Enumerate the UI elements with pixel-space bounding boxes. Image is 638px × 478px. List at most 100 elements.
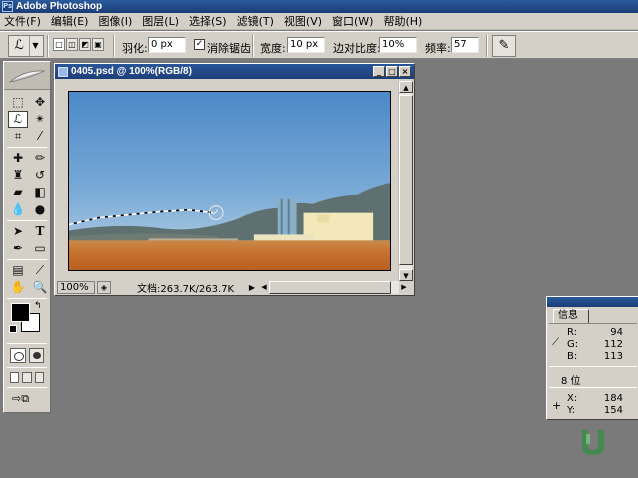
crop-tool-icon[interactable]: ⌗ <box>8 128 28 145</box>
menu-window[interactable]: 窗口(W) <box>328 13 379 29</box>
width-label: 宽度: <box>260 42 286 55</box>
tab-info[interactable]: 信息 <box>553 309 589 323</box>
new-selection-icon[interactable]: □ <box>53 38 65 51</box>
history-brush-tool-icon[interactable]: ↺ <box>30 167 50 184</box>
clone-stamp-tool-icon[interactable]: ♜ <box>8 167 28 184</box>
menu-filter[interactable]: 滤镜(T) <box>233 13 280 29</box>
intersect-selection-icon[interactable]: ▣ <box>92 38 104 51</box>
quick-mask-mode-icon[interactable] <box>28 348 44 363</box>
frequency-input[interactable]: 57 <box>451 37 479 53</box>
stylus-pen-icon: ✎ <box>498 38 510 53</box>
tool-grid: ⬚ ✥ ℒ ✴ ⌗ ⁄ <box>4 90 50 145</box>
default-colors-icon[interactable] <box>9 325 17 333</box>
eraser-tool-icon[interactable]: ▰ <box>8 184 28 201</box>
standard-screen-mode-icon[interactable] <box>10 372 20 383</box>
menu-file[interactable]: 文件(F) <box>0 13 47 29</box>
scroll-right-icon[interactable]: ▶ <box>399 280 409 294</box>
slice-tool-icon[interactable]: ⁄ <box>30 128 50 145</box>
full-screen-mode-icon[interactable] <box>34 372 44 383</box>
zoom-tool-icon[interactable]: 🔍 <box>30 279 50 296</box>
width-input[interactable]: 10 px <box>287 37 325 53</box>
zoom-preview-icon[interactable]: ◈ <box>97 280 111 294</box>
document-window: 0405.psd @ 100%(RGB/8) _ □ × ▲ ▼ 100% ◈ … <box>54 63 415 296</box>
toolbox-divider <box>7 298 47 299</box>
eyedropper-tool-icon[interactable]: ⟋ <box>30 262 50 279</box>
toolbox-divider <box>7 387 47 388</box>
menu-layer[interactable]: 图层(L) <box>138 13 185 29</box>
tool-preset-picker[interactable]: ℒ ▼ <box>8 35 44 57</box>
menu-view[interactable]: 视图(V) <box>280 13 328 29</box>
add-selection-icon[interactable]: ◫ <box>66 38 78 51</box>
magic-wand-tool-icon[interactable]: ✴ <box>30 111 50 128</box>
marquee-tool-icon[interactable]: ⬚ <box>8 94 28 111</box>
feather-input[interactable]: 0 px <box>148 37 186 53</box>
maximize-icon[interactable]: □ <box>386 66 398 77</box>
foreground-color-swatch[interactable] <box>11 303 30 322</box>
x-label: X: <box>567 393 578 404</box>
magnetic-lasso-icon: ℒ <box>14 38 24 53</box>
dodge-tool-icon[interactable]: ● <box>30 201 50 218</box>
separator <box>47 35 49 57</box>
chevron-down-icon[interactable]: ▼ <box>29 36 41 56</box>
blur-tool-icon[interactable]: 💧 <box>8 201 28 218</box>
tool-grid: ✚ ✏ ♜ ↺ ▰ ◧ 💧 ● <box>4 150 50 218</box>
window-controls: _ □ × <box>373 66 411 77</box>
b-value: 113 <box>603 351 623 362</box>
info-divider <box>549 366 637 367</box>
toolbox-divider <box>7 259 47 260</box>
tall-building <box>277 198 297 237</box>
pen-tool-icon[interactable]: ✒ <box>8 240 28 257</box>
toolbox-header[interactable] <box>4 62 50 90</box>
app-title-bar: Ps Adobe Photoshop <box>0 0 638 13</box>
image-canvas[interactable] <box>68 91 391 271</box>
vertical-scrollbar[interactable]: ▲ ▼ <box>398 81 413 281</box>
scroll-left-icon[interactable]: ◀ <box>259 280 269 294</box>
horizontal-scrollbar[interactable]: ◀ ▶ <box>259 280 409 294</box>
info-palette: 信息 ⟋ R: 94 G: 112 B: 113 8 位 + X: 184 Y:… <box>546 296 638 420</box>
notes-tool-icon[interactable]: ▤ <box>8 262 28 279</box>
toolbox: ⬚ ✥ ℒ ✴ ⌗ ⁄ ✚ ✏ ♜ ↺ ▰ ◧ 💧 ● ➤ T ✒ ▭ ▤ ⟋ … <box>3 61 51 413</box>
scroll-up-icon[interactable]: ▲ <box>399 81 413 93</box>
vertical-scroll-thumb[interactable] <box>399 95 413 265</box>
edge-contrast-input[interactable]: 10% <box>379 37 417 53</box>
full-screen-menu-mode-icon[interactable] <box>22 372 32 383</box>
minimize-icon[interactable]: _ <box>373 66 385 77</box>
palette-title-bar[interactable] <box>547 297 638 307</box>
horizontal-scroll-thumb[interactable] <box>269 280 391 294</box>
color-swatches: ↰ <box>4 301 50 341</box>
x-value: 184 <box>603 393 623 404</box>
healing-brush-tool-icon[interactable]: ✚ <box>8 150 28 167</box>
document-status-bar: 100% ◈ 文档:263.7K/263.7K ▶ ◀ ▶ <box>57 280 412 295</box>
close-icon[interactable]: × <box>399 66 411 77</box>
zoom-level-field[interactable]: 100% <box>57 280 95 294</box>
gradient-tool-icon[interactable]: ◧ <box>30 184 50 201</box>
app-title: Adobe Photoshop <box>16 1 103 12</box>
y-value: 154 <box>603 405 623 416</box>
swap-colors-icon[interactable]: ↰ <box>34 301 42 311</box>
standard-mode-icon[interactable] <box>10 348 26 363</box>
rectangle-tool-icon[interactable]: ▭ <box>30 240 50 257</box>
antialias-checkbox[interactable]: ✓ <box>194 39 205 50</box>
lasso-tool-icon[interactable]: ℒ <box>8 111 28 128</box>
feather-label: 羽化: <box>122 42 148 55</box>
subtract-selection-icon[interactable]: ◩ <box>79 38 91 51</box>
path-selection-tool-icon[interactable]: ➤ <box>8 223 28 240</box>
y-label: Y: <box>567 405 576 416</box>
screen-mode-group <box>4 370 50 385</box>
document-title-bar[interactable]: 0405.psd @ 100%(RGB/8) _ □ × <box>55 64 414 79</box>
menu-image[interactable]: 图像(I) <box>94 13 138 29</box>
move-tool-icon[interactable]: ✥ <box>30 94 50 111</box>
g-value: 112 <box>603 339 623 350</box>
document-title: 0405.psd @ 100%(RGB/8) <box>71 66 192 77</box>
type-tool-icon[interactable]: T <box>30 223 50 240</box>
menu-select[interactable]: 选择(S) <box>185 13 233 29</box>
menu-edit[interactable]: 编辑(E) <box>47 13 95 29</box>
stylus-pressure-button[interactable]: ✎ <box>492 35 516 57</box>
menu-help[interactable]: 帮助(H) <box>379 13 428 29</box>
brush-tool-icon[interactable]: ✏ <box>30 150 50 167</box>
separator <box>113 35 115 57</box>
hand-tool-icon[interactable]: ✋ <box>8 279 28 296</box>
jump-to-imageready-icon[interactable]: ⇨⧉ <box>12 392 42 406</box>
status-menu-arrow-icon[interactable]: ▶ <box>247 281 257 294</box>
eyedropper-icon[interactable]: ⟋ <box>552 337 559 348</box>
